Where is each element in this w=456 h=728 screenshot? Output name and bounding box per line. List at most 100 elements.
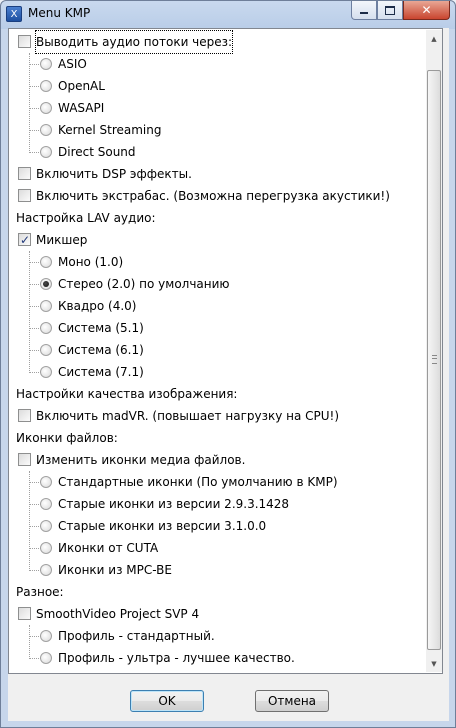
scroll-up-button[interactable]: ▲ [426,30,442,47]
ok-button[interactable]: OK [130,690,204,712]
lav-option-7-1[interactable]: Система (7.1) [9,361,144,383]
window-title: Menu KMP [28,6,91,20]
lav-option-label: Квадро (4.0) [58,299,137,313]
lav-option-stereo[interactable]: Стерео (2.0) по умолчанию [9,273,230,295]
file-icons-section-label: Иконки файлов: [16,431,118,445]
lav-option-label: Система (6.1) [58,343,144,357]
madvr-label: Включить madVR. (повышает нагрузку на CP… [36,409,340,423]
change-icons-checkbox[interactable]: Изменить иконки медиа файлов. [9,449,245,471]
close-button[interactable]: ✕ [403,1,450,20]
radio-button[interactable] [40,322,52,334]
misc-section-header: Разное: [9,581,64,603]
radio-button[interactable] [40,58,52,70]
radio-button[interactable] [40,652,52,664]
icons-option-label: Старые иконки из версии 2.9.3.1428 [58,497,290,511]
checkbox-box[interactable] [18,167,31,180]
icons-option-label: Старые иконки из версии 3.1.0.0 [58,519,267,533]
arrow-up-icon: ▲ [431,34,437,43]
mixer-label: Микшер [36,233,88,247]
icons-option-2-9-3[interactable]: Старые иконки из версии 2.9.3.1428 [9,493,289,515]
lav-option-label: Моно (1.0) [58,255,124,269]
vertical-scrollbar[interactable]: ▲ ▼ [426,30,442,672]
checkbox-box[interactable] [18,453,31,466]
lav-option-6-1[interactable]: Система (6.1) [9,339,144,361]
radio-button[interactable] [40,564,52,576]
icons-option-standard[interactable]: Стандартные иконки (По умолчанию в KMP) [9,471,338,493]
app-icon: X [6,6,22,22]
close-icon: ✕ [421,3,432,17]
extrabass-label: Включить экстрабас. (Возможна перегрузка… [36,189,390,203]
file-icons-section-header: Иконки файлов: [9,427,118,449]
radio-button[interactable] [40,146,52,158]
svp-label: SmoothVideo Project SVP 4 [36,607,200,621]
checkbox-box[interactable] [18,189,31,202]
icons-option-label: Иконки от CUTA [58,541,159,555]
lav-option-label: Система (7.1) [58,365,144,379]
radio-button[interactable] [40,366,52,378]
cancel-button[interactable]: Отмена [255,690,329,712]
maximize-button[interactable] [377,1,403,20]
icons-option-cuta[interactable]: Иконки от CUTA [9,537,158,559]
checkbox-box[interactable] [18,409,31,422]
lav-option-5-1[interactable]: Система (5.1) [9,317,144,339]
title-bar[interactable]: X Menu KMP ✕ [1,1,455,27]
radio-button[interactable] [40,344,52,356]
radio-button[interactable] [40,520,52,532]
lav-option-label: Система (5.1) [58,321,144,335]
dsp-checkbox[interactable]: Включить DSP эффекты. [9,163,192,185]
checkbox-box[interactable] [18,35,31,48]
audio-option-direct-sound[interactable]: Direct Sound [9,141,136,163]
minimize-button[interactable] [351,1,377,20]
minimize-icon [360,11,368,14]
image-quality-section-label: Настройки качества изображения: [16,387,238,401]
lav-option-label: Стерео (2.0) по умолчанию [58,277,230,291]
settings-tree-panel: Выводить аудио потоки через: ASIO OpenAL… [8,28,443,674]
dsp-label: Включить DSP эффекты. [36,167,192,181]
radio-button[interactable] [40,102,52,114]
icons-option-label: Стандартные иконки (По умолчанию в KMP) [58,475,338,489]
audio-option-wasapi[interactable]: WASAPI [9,97,104,119]
radio-button[interactable] [40,630,52,642]
radio-button[interactable] [40,498,52,510]
scroll-down-button[interactable]: ▼ [426,655,442,672]
audio-option-kernel-streaming[interactable]: Kernel Streaming [9,119,162,141]
lav-option-quadro[interactable]: Квадро (4.0) [9,295,136,317]
radio-button[interactable] [40,256,52,268]
icons-option-label: Иконки из MPC-BE [58,563,172,577]
audio-option-openal[interactable]: OpenAL [9,75,105,97]
misc-section-label: Разное: [16,585,64,599]
radio-button[interactable] [40,80,52,92]
audio-output-checkbox[interactable]: Выводить аудио потоки через: [9,30,234,54]
audio-option-label: Direct Sound [58,145,136,159]
settings-tree: Выводить аудио потоки через: ASIO OpenAL… [9,29,424,673]
checkbox-box[interactable] [18,229,31,251]
icons-option-3-1-0[interactable]: Старые иконки из версии 3.1.0.0 [9,515,266,537]
lav-option-mono[interactable]: Моно (1.0) [9,251,123,273]
image-quality-section-header: Настройки качества изображения: [9,383,237,405]
audio-option-asio[interactable]: ASIO [9,53,87,75]
checkbox-box[interactable] [18,607,31,620]
grip-icon [432,355,437,364]
audio-option-label: WASAPI [58,101,105,115]
extrabass-checkbox[interactable]: Включить экстрабас. (Возможна перегрузка… [9,185,390,207]
audio-output-label: Выводить аудио потоки через: [34,30,234,54]
mixer-checkbox[interactable]: Микшер [9,229,87,251]
scrollbar-thumb[interactable] [427,70,441,650]
svp-option-label: Профиль - ультра - лучшее качество. [58,651,295,665]
radio-button[interactable] [40,542,52,554]
radio-button[interactable] [40,278,52,290]
madvr-checkbox[interactable]: Включить madVR. (повышает нагрузку на CP… [9,405,339,427]
radio-button[interactable] [40,300,52,312]
svp-option-standard[interactable]: Профиль - стандартный. [9,625,215,647]
icons-option-mpc-be[interactable]: Иконки из MPC-BE [9,559,172,581]
dialog-client: Выводить аудио потоки через: ASIO OpenAL… [8,28,449,721]
radio-button[interactable] [40,476,52,488]
lav-section-label: Настройка LAV аудио: [16,211,156,225]
change-icons-label: Изменить иконки медиа файлов. [36,453,246,467]
radio-button[interactable] [40,124,52,136]
arrow-down-icon: ▼ [431,659,437,668]
svp-option-label: Профиль - стандартный. [58,629,215,643]
dialog-window: X Menu KMP ✕ Выводить аудио потоки через… [0,0,456,728]
svp-checkbox[interactable]: SmoothVideo Project SVP 4 [9,603,199,625]
svp-option-ultra[interactable]: Профиль - ультра - лучшее качество. [9,647,295,669]
